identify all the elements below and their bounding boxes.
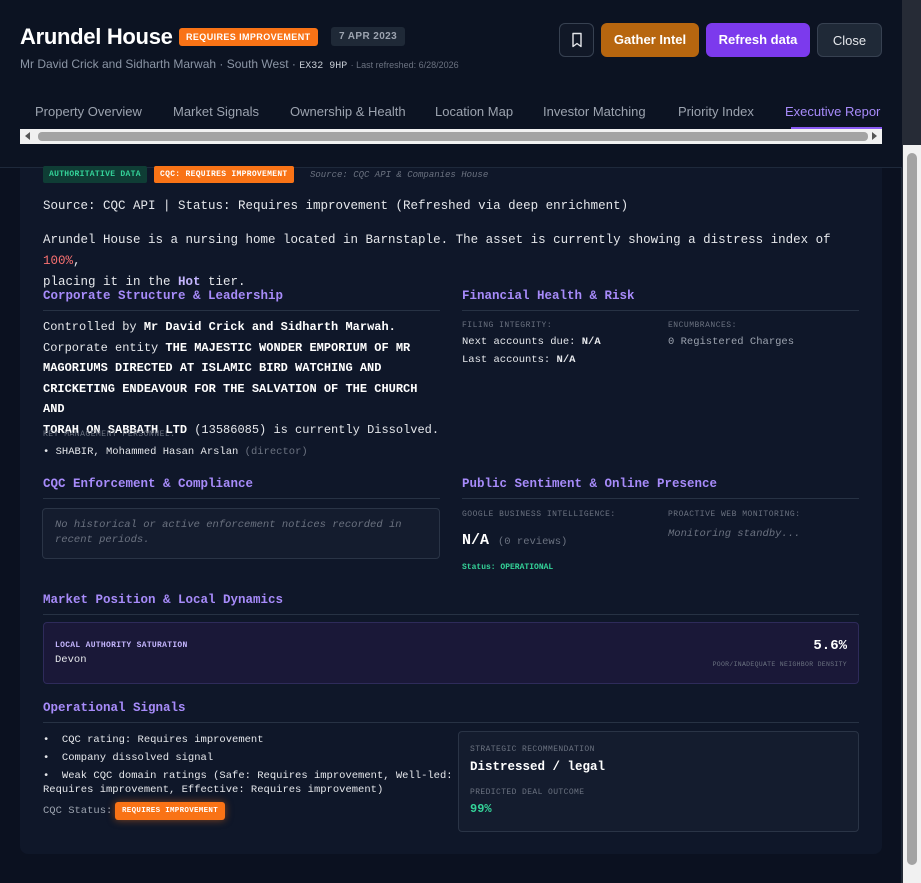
- corporate-heading: Corporate Structure & Leadership: [43, 289, 284, 303]
- neighbor-density-value: 5.6%: [813, 638, 847, 654]
- cqc-enforcement-heading: CQC Enforcement & Compliance: [43, 477, 254, 491]
- person-role: (director): [244, 446, 308, 458]
- property-modal: Arundel House REQUIRES IMPROVEMENT 7 APR…: [0, 0, 902, 883]
- section-divider: [462, 498, 859, 499]
- filing-integrity-label: FILING INTEGRITY:: [462, 321, 553, 330]
- scroll-right-icon[interactable]: [872, 132, 877, 140]
- review-count: (0 reviews): [498, 536, 568, 548]
- tab-ownership-health[interactable]: Ownership & Health: [290, 95, 406, 129]
- entity-name: THE MAJESTIC WONDER EMPORIUM OF MR: [165, 340, 411, 355]
- signals-list: • CQC rating: Requires improvement • Com…: [43, 731, 453, 799]
- postcode: EX32 9HP: [299, 61, 348, 72]
- last-refreshed: · Last refreshed: 6/28/2026: [350, 60, 459, 70]
- list-item: • CQC rating: Requires improvement: [43, 734, 264, 746]
- signal-text: CQC rating: Requires improvement: [61, 734, 264, 746]
- authoritative-data-tag: AUTHORITATIVE DATA: [43, 166, 147, 183]
- recommendation-value: Distressed / legal: [470, 760, 606, 774]
- bookmark-icon: [570, 32, 584, 51]
- vertical-scrollbar[interactable]: [903, 145, 921, 883]
- section-divider: [43, 722, 859, 723]
- section-divider: [462, 310, 859, 311]
- market-heading: Market Position & Local Dynamics: [43, 593, 284, 607]
- signal-text: Company dissolved signal: [61, 752, 214, 764]
- local-authority-value: Devon: [55, 654, 87, 666]
- web-monitoring-value: Monitoring standby...: [668, 528, 801, 540]
- controller-names: Mr David Crick and Sidharth Marwah.: [143, 320, 396, 334]
- deal-outcome-value: 99%: [470, 802, 492, 816]
- cqc-status-tag: CQC: REQUIRES IMPROVEMENT: [154, 166, 294, 183]
- tab-priority-index[interactable]: Priority Index: [678, 95, 754, 129]
- scrollbar-thumb[interactable]: [38, 132, 868, 141]
- executive-report-panel: AUTHORITATIVE DATA CQC: REQUIRES IMPROVE…: [20, 166, 882, 854]
- status-badge: REQUIRES IMPROVEMENT: [179, 28, 318, 46]
- operational-status: Status: OPERATIONAL: [462, 563, 554, 572]
- bookmark-button[interactable]: [559, 23, 594, 57]
- subtitle-owners: Mr David Crick and Sidharth Marwah · Sou…: [20, 57, 296, 71]
- entity-name: MAGORIUMS DIRECTED AT ISLAMIC BIRD WATCH…: [43, 361, 382, 375]
- distress-index-value: 100%: [43, 254, 74, 268]
- page-title: Arundel House: [20, 24, 173, 49]
- signals-heading: Operational Signals: [43, 701, 186, 715]
- tab-location-map[interactable]: Location Map: [435, 95, 513, 129]
- local-authority-label: LOCAL AUTHORITY SATURATION: [55, 641, 188, 650]
- close-button[interactable]: Close: [817, 23, 882, 57]
- entity-name: CRICKETING ENDEAVOUR FOR THE SALVATION O…: [43, 381, 418, 417]
- key-personnel-label: KEY MANAGEMENT PERSONNEL:: [43, 430, 176, 439]
- corporate-text: Controlled by: [43, 320, 144, 334]
- financial-heading: Financial Health & Risk: [462, 289, 635, 303]
- sentiment-heading: Public Sentiment & Online Presence: [462, 477, 718, 491]
- google-business-label: GOOGLE BUSINESS INTELLIGENCE:: [462, 510, 616, 519]
- next-accounts-row: Next accounts due: N/A: [462, 336, 601, 348]
- gather-intel-button[interactable]: Gather Intel: [601, 23, 699, 57]
- date-badge: 7 APR 2023: [331, 27, 406, 46]
- section-divider: [43, 310, 440, 311]
- last-accounts-label: Last accounts:: [462, 354, 557, 366]
- section-divider: [43, 498, 440, 499]
- scrollbar-thumb[interactable]: [907, 153, 917, 865]
- key-person: • SHABIR, Mohammed Hasan Arslan (directo…: [43, 446, 308, 458]
- enforcement-notice-box: No historical or active enforcement noti…: [42, 508, 440, 559]
- refresh-data-button[interactable]: Refresh data: [706, 23, 810, 57]
- intro-text: Arundel House is a nursing home located …: [43, 233, 831, 247]
- encumbrances-value: 0 Registered Charges: [668, 336, 795, 348]
- modal-header: Arundel House REQUIRES IMPROVEMENT 7 APR…: [0, 0, 902, 168]
- market-saturation-card: LOCAL AUTHORITY SATURATION Devon 5.6% PO…: [43, 622, 859, 684]
- tier-value: Hot: [178, 275, 201, 289]
- report-intro: Arundel House is a nursing home located …: [43, 230, 843, 293]
- data-source-note: Source: CQC API & Companies House: [310, 170, 489, 180]
- tab-bar: Property Overview Market Signals Ownersh…: [20, 95, 882, 129]
- cqc-status-badge: REQUIRES IMPROVEMENT: [115, 802, 226, 820]
- list-item: • Company dissolved signal: [43, 752, 214, 764]
- next-accounts-value: N/A: [581, 336, 601, 348]
- corporate-text: Corporate entity: [43, 340, 166, 355]
- tab-market-signals[interactable]: Market Signals: [173, 95, 259, 129]
- tabs-horizontal-scrollbar[interactable]: [20, 129, 882, 144]
- intro-text: placing it in the: [43, 275, 179, 289]
- tab-executive-report[interactable]: Executive Repor: [785, 95, 880, 129]
- last-accounts-row: Last accounts: N/A: [462, 354, 575, 366]
- signal-text: Requires improvement, Effective: Require…: [43, 784, 384, 796]
- page-subtitle: Mr David Crick and Sidharth Marwah · Sou…: [20, 57, 459, 72]
- corporate-body: Controlled by Mr David Crick and Sidhart…: [43, 317, 443, 440]
- section-divider: [43, 614, 859, 615]
- entity-status: Dissolved.: [367, 422, 440, 437]
- deal-outcome-label: PREDICTED DEAL OUTCOME: [470, 788, 585, 797]
- tab-investor-matching[interactable]: Investor Matching: [543, 95, 646, 129]
- tab-property-overview[interactable]: Property Overview: [35, 95, 142, 129]
- recommendation-card: STRATEGIC RECOMMENDATION Distressed / le…: [458, 731, 859, 832]
- recommendation-label: STRATEGIC RECOMMENDATION: [470, 745, 595, 754]
- google-rating: N/A: [462, 532, 490, 549]
- scroll-left-icon[interactable]: [25, 132, 30, 140]
- last-accounts-value: N/A: [556, 354, 576, 366]
- person-name: • SHABIR, Mohammed Hasan Arslan: [43, 446, 239, 458]
- intro-text: tier.: [200, 275, 246, 289]
- cqc-status-label: CQC Status:: [43, 805, 113, 817]
- encumbrances-label: ENCUMBRANCES:: [668, 321, 737, 330]
- intro-text: ,: [73, 254, 81, 268]
- web-monitoring-label: PROACTIVE WEB MONITORING:: [668, 510, 801, 519]
- neighbor-density-label: POOR/INADEQUATE NEIGHBOR DENSITY: [712, 661, 847, 668]
- source-line: Source: CQC API | Status: Requires impro…: [43, 199, 629, 213]
- next-accounts-label: Next accounts due:: [462, 336, 582, 348]
- corporate-text: (13586085) is currently: [187, 422, 368, 437]
